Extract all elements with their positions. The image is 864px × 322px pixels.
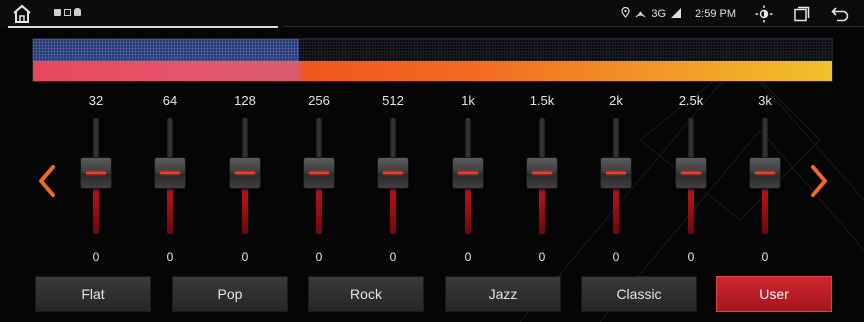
network-type: 3G: [651, 8, 667, 20]
slider-knob[interactable]: [750, 158, 780, 188]
brightness-icon[interactable]: [754, 4, 774, 24]
signal-icon: [671, 7, 682, 21]
eq-slider-256[interactable]: [304, 118, 334, 234]
slider-knob[interactable]: [378, 158, 408, 188]
band-frequency-label: 2.5k: [678, 93, 704, 108]
eq-slider-512[interactable]: [378, 118, 408, 234]
band-gain-value: 0: [241, 250, 249, 264]
android-icon: [74, 8, 81, 16]
band-gain-value: 0: [612, 250, 620, 264]
preset-flat-button[interactable]: Flat: [35, 276, 151, 312]
band-gain-value: 0: [687, 250, 695, 264]
hotspot-icon: [635, 7, 646, 21]
band-frequency-label: 1k: [461, 93, 475, 108]
band-frequency-label: 3k: [758, 93, 772, 108]
band-frequency-label: 32: [88, 93, 104, 108]
eq-slider-64[interactable]: [155, 118, 185, 234]
band-frequency-label: 2k: [609, 93, 623, 108]
home-icon[interactable]: [12, 4, 32, 24]
notification-icons: [54, 8, 81, 16]
connection-status: 3G: [621, 6, 682, 21]
band-frequency-label: 256: [308, 93, 330, 108]
slider-knob[interactable]: [304, 158, 334, 188]
clock: 2:59 PM: [695, 8, 736, 20]
preset-classic-button[interactable]: Classic: [581, 276, 697, 312]
preset-pop-button[interactable]: Pop: [172, 276, 288, 312]
eq-slider-2-5k[interactable]: [676, 118, 706, 234]
spectrum-gradient-bar: [33, 61, 832, 81]
eq-slider-32[interactable]: [81, 118, 111, 234]
location-icon: [621, 6, 630, 21]
eq-slider-1-5k[interactable]: [527, 118, 557, 234]
band-gain-value: 0: [538, 250, 546, 264]
spectrum-level: [33, 39, 299, 61]
slider-knob[interactable]: [453, 158, 483, 188]
spectrum-visualizer: [32, 38, 833, 82]
preset-rock-button[interactable]: Rock: [308, 276, 424, 312]
eq-slider-1k[interactable]: [453, 118, 483, 234]
band-gain-value: 0: [389, 250, 397, 264]
band-frequency-label: 128: [234, 93, 256, 108]
band-gain-value: 0: [464, 250, 472, 264]
preset-jazz-button[interactable]: Jazz: [445, 276, 561, 312]
status-bar: 3G 2:59 PM: [0, 0, 864, 28]
band-gain-value: 0: [761, 250, 769, 264]
band-gain-value: 0: [92, 250, 100, 264]
notification-icon: [64, 8, 71, 16]
slider-knob[interactable]: [601, 158, 631, 188]
eq-slider-3k[interactable]: [750, 118, 780, 234]
notification-icon: [54, 8, 61, 16]
slider-knob[interactable]: [155, 158, 185, 188]
back-icon[interactable]: [830, 4, 850, 24]
band-frequency-label: 1.5k: [529, 93, 555, 108]
band-gain-value: 0: [166, 250, 174, 264]
chevron-left-icon[interactable]: [36, 164, 58, 198]
eq-slider-128[interactable]: [230, 118, 260, 234]
band-frequency-label: 64: [162, 93, 178, 108]
chevron-right-icon[interactable]: [808, 164, 830, 198]
slider-knob[interactable]: [676, 158, 706, 188]
slider-knob[interactable]: [527, 158, 557, 188]
slider-knob[interactable]: [81, 158, 111, 188]
band-frequency-label: 512: [382, 93, 404, 108]
home-tab-indicator: [8, 26, 278, 28]
slider-knob[interactable]: [230, 158, 260, 188]
eq-slider-2k[interactable]: [601, 118, 631, 234]
recent-apps-icon[interactable]: [792, 4, 812, 24]
band-gain-value: 0: [315, 250, 323, 264]
preset-user-button[interactable]: User: [716, 276, 832, 312]
